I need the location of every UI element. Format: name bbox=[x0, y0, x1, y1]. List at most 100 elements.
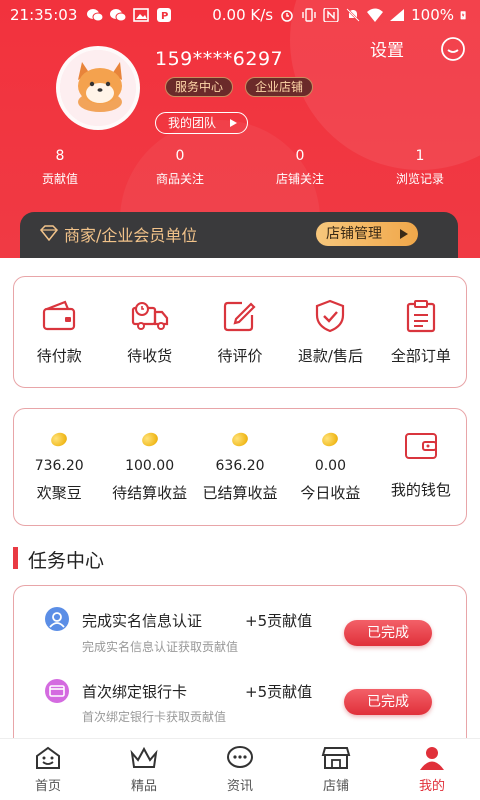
tab-label: 我的 bbox=[418, 779, 445, 794]
purse-icon bbox=[404, 433, 437, 459]
stat-history[interactable]: 1 浏览记录 bbox=[360, 148, 480, 187]
wallet-label: 我的钱包 bbox=[390, 481, 451, 499]
tab-label: 店铺 bbox=[322, 779, 349, 794]
stat-shop-follow[interactable]: 0 店铺关注 bbox=[240, 148, 360, 187]
service-center-badge[interactable]: 服务中心 bbox=[165, 77, 234, 97]
tab-news[interactable]: 资讯 bbox=[192, 739, 288, 800]
image-icon bbox=[133, 8, 150, 22]
wallet-label: 已结算收益 bbox=[202, 484, 278, 502]
diamond-icon bbox=[40, 225, 58, 241]
settings-link[interactable]: 设置 bbox=[370, 36, 404, 61]
tab-label: 资讯 bbox=[226, 779, 253, 794]
tab-home[interactable]: 首页 bbox=[0, 739, 96, 800]
wallet-label: 今日收益 bbox=[300, 484, 361, 502]
order-pending-review[interactable]: 待评价 bbox=[195, 277, 285, 387]
tab-label: 首页 bbox=[34, 779, 61, 794]
avatar[interactable] bbox=[56, 46, 140, 130]
tab-featured[interactable]: 精品 bbox=[96, 739, 192, 800]
shield-check-icon bbox=[316, 299, 345, 333]
order-all[interactable]: 全部订单 bbox=[376, 277, 466, 387]
wallet-value: 0.00 bbox=[314, 458, 346, 474]
user-phone: 159****6297 bbox=[155, 48, 284, 70]
coin-icon bbox=[49, 430, 69, 449]
svg-text:P: P bbox=[161, 11, 168, 22]
order-label: 待付款 bbox=[36, 347, 82, 365]
coin-icon bbox=[320, 430, 341, 449]
wechat-icon bbox=[110, 9, 127, 22]
wallet-beans[interactable]: 736.20 欢聚豆 bbox=[14, 409, 104, 525]
battery-level: 100% bbox=[411, 6, 454, 24]
crown-icon bbox=[130, 746, 158, 768]
stat-contribution[interactable]: 8 贡献值 bbox=[0, 148, 120, 187]
alarm-icon bbox=[281, 10, 293, 22]
play-arrow-icon bbox=[400, 229, 408, 239]
vibrate-icon bbox=[302, 8, 316, 22]
person-icon bbox=[420, 747, 444, 770]
home-icon bbox=[36, 746, 60, 769]
order-label: 全部订单 bbox=[390, 347, 451, 365]
task-description: 首次绑定银行卡获取贡献值 bbox=[82, 710, 227, 724]
enterprise-shop-badge[interactable]: 企业店铺 bbox=[245, 77, 314, 97]
my-team-label: 我的团队 bbox=[168, 116, 217, 130]
status-time: 21:35:03 bbox=[10, 6, 78, 24]
stat-label: 贡献值 bbox=[41, 172, 78, 186]
edit-icon bbox=[223, 301, 256, 332]
task-completed-button[interactable]: 已完成 bbox=[344, 689, 432, 715]
wallet-label: 待结算收益 bbox=[112, 484, 188, 502]
network-speed: 0.00 K/s bbox=[212, 6, 274, 24]
battery-icon bbox=[460, 11, 466, 20]
message-bubble-icon[interactable] bbox=[440, 36, 466, 62]
shop-manage-label: 店铺管理 bbox=[326, 226, 382, 242]
stat-value: 0 bbox=[295, 148, 305, 164]
stat-product-follow[interactable]: 0 商品关注 bbox=[120, 148, 240, 187]
stat-value: 0 bbox=[175, 148, 185, 164]
task-reward: +5贡献值 bbox=[245, 612, 313, 630]
signal-icon bbox=[390, 9, 405, 21]
truck-icon bbox=[131, 302, 168, 330]
stat-label: 店铺关注 bbox=[275, 172, 324, 186]
wifi-icon bbox=[367, 8, 384, 22]
order-pending-payment[interactable]: 待付款 bbox=[14, 277, 104, 387]
stats-row: 8 贡献值 0 商品关注 0 店铺关注 1 浏览记录 bbox=[0, 148, 480, 187]
order-refund[interactable]: 退款/售后 bbox=[285, 277, 375, 387]
order-label: 退款/售后 bbox=[297, 347, 363, 365]
coin-icon bbox=[139, 430, 160, 449]
message-icon bbox=[227, 746, 253, 768]
bank-card-icon bbox=[45, 679, 69, 703]
dog-avatar-icon bbox=[60, 50, 136, 126]
order-label: 待评价 bbox=[217, 347, 263, 365]
p-icon: P bbox=[157, 8, 172, 22]
order-label: 待收货 bbox=[127, 347, 173, 365]
shop-manage-button[interactable]: 店铺管理 bbox=[316, 222, 418, 246]
stat-value: 1 bbox=[415, 148, 425, 164]
mute-icon bbox=[346, 8, 360, 22]
coin-icon bbox=[230, 430, 250, 449]
task-reward: +5贡献值 bbox=[245, 683, 313, 701]
task-completed-button[interactable]: 已完成 bbox=[344, 620, 432, 646]
play-arrow-icon bbox=[230, 119, 237, 127]
my-wallet[interactable]: 我的钱包 bbox=[376, 409, 466, 525]
wallet-card: 736.20 欢聚豆 100.00 待结算收益 636.20 已结算收益 0.0… bbox=[13, 408, 467, 526]
tab-mine[interactable]: 我的 bbox=[384, 739, 480, 800]
clipboard-icon bbox=[406, 300, 435, 333]
order-pending-receipt[interactable]: 待收货 bbox=[104, 277, 194, 387]
my-team-button[interactable]: 我的团队 bbox=[155, 112, 248, 134]
task-center-title: 任务中心 bbox=[28, 550, 105, 572]
wallet-settled-income[interactable]: 636.20 已结算收益 bbox=[195, 409, 285, 525]
wechat-icon bbox=[87, 9, 104, 22]
user-verify-icon bbox=[45, 607, 69, 631]
stat-value: 8 bbox=[55, 148, 65, 164]
tab-label: 精品 bbox=[130, 779, 157, 794]
task-title: 完成实名信息认证 bbox=[82, 612, 203, 630]
tab-shop[interactable]: 店铺 bbox=[288, 739, 384, 800]
wallet-today-income[interactable]: 0.00 今日收益 bbox=[285, 409, 375, 525]
task-list: 完成实名信息认证 +5贡献值 完成实名信息认证获取贡献值 已完成 首次绑定银行卡… bbox=[13, 585, 467, 745]
orders-card: 待付款 待收货 待评价 退款/售后 全部订单 bbox=[13, 276, 467, 388]
stat-label: 浏览记录 bbox=[395, 172, 444, 186]
wallet-value: 100.00 bbox=[125, 458, 175, 474]
bottom-tab-bar: 首页 精品 资讯 店铺 我的 bbox=[0, 738, 480, 800]
task-description: 完成实名信息认证获取贡献值 bbox=[82, 640, 239, 654]
wallet-pending-income[interactable]: 100.00 待结算收益 bbox=[104, 409, 194, 525]
wallet-value: 736.20 bbox=[34, 458, 84, 474]
nfc-icon bbox=[323, 8, 339, 22]
